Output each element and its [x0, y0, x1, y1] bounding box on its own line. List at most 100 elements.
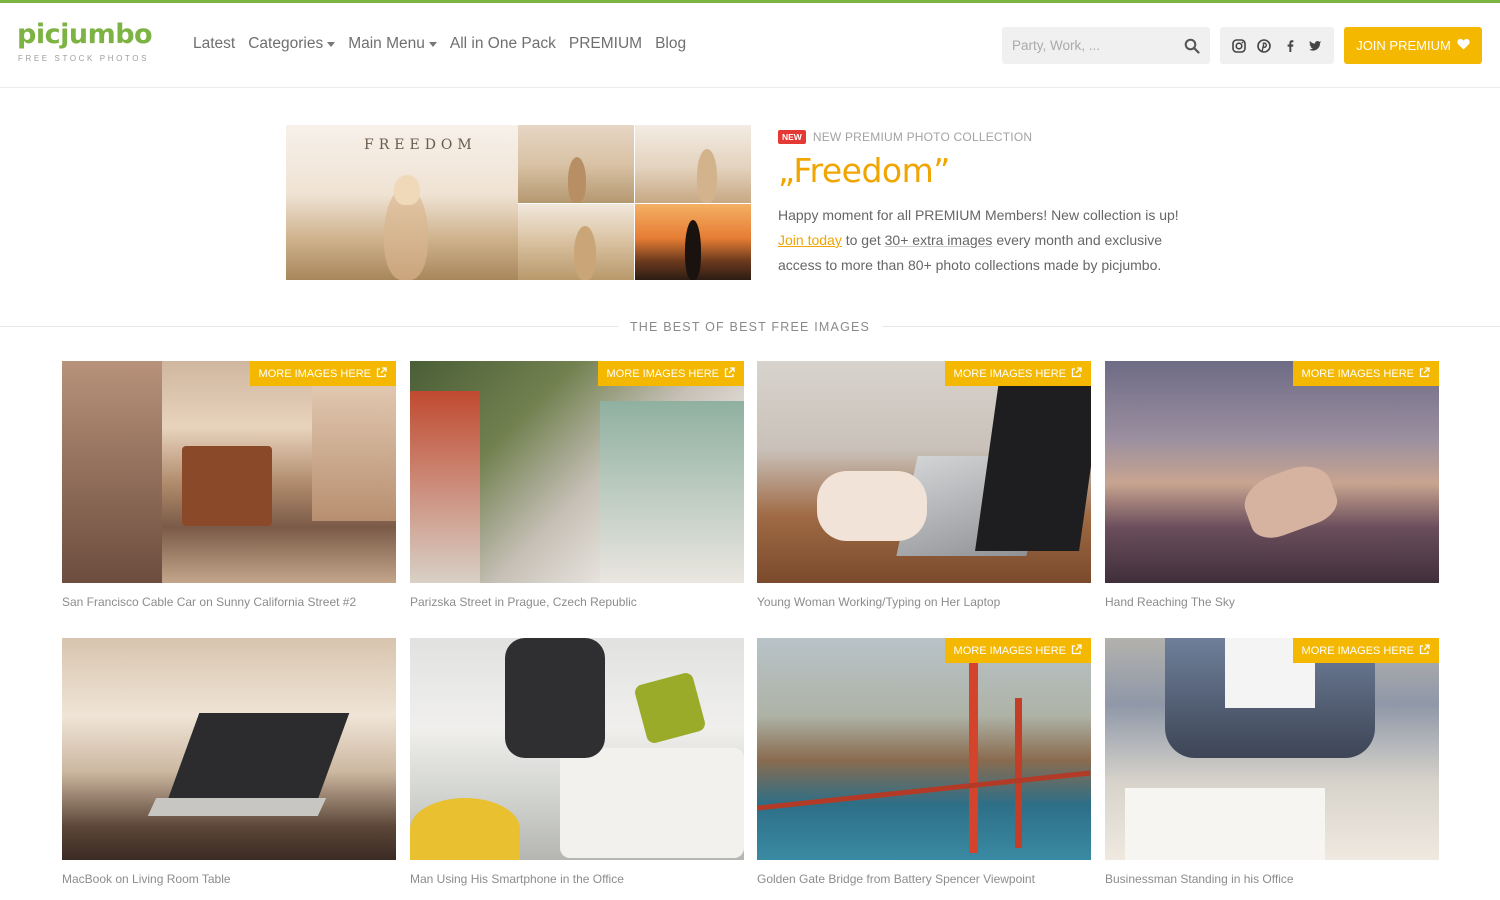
man-figure-shape: [505, 638, 605, 758]
nav-blog[interactable]: Blog: [655, 35, 686, 53]
more-images-button[interactable]: MORE IMAGES HERE: [249, 361, 396, 386]
photo-card: MORE IMAGES HERE Hand Reaching The Sky: [1105, 361, 1439, 609]
logo-wordmark[interactable]: picjumbo: [17, 20, 153, 50]
photo-caption[interactable]: Golden Gate Bridge from Battery Spencer …: [757, 872, 1091, 886]
main-nav: Latest Categories Main Menu All in One P…: [193, 35, 686, 53]
promo-title[interactable]: „Freedom”: [778, 151, 1218, 190]
yellow-object-shape: [410, 798, 520, 860]
photo-caption[interactable]: Hand Reaching The Sky: [1105, 595, 1439, 609]
promo-line-2-end: every month and exclusive: [992, 232, 1163, 248]
promo-image-tile: [518, 125, 634, 203]
more-images-label: MORE IMAGES HERE: [1301, 644, 1414, 657]
twitter-icon[interactable]: [1307, 38, 1323, 54]
promo-kicker-text: NEW PREMIUM PHOTO COLLECTION: [812, 130, 1033, 144]
more-images-label: MORE IMAGES HERE: [1301, 367, 1414, 380]
photo-thumbnail[interactable]: [62, 638, 396, 860]
photo-caption[interactable]: Young Woman Working/Typing on Her Laptop: [757, 595, 1091, 609]
promo-tile-figure: [574, 226, 596, 280]
photo-thumbnail[interactable]: MORE IMAGES HERE: [757, 638, 1091, 860]
more-images-label: MORE IMAGES HERE: [953, 367, 1066, 380]
sofa-shape: [560, 748, 744, 858]
promo-image-main: FREEDOM: [286, 125, 518, 280]
promo-kicker: NEW NEW PREMIUM PHOTO COLLECTION: [778, 130, 1218, 144]
macbook-base-shape: [147, 798, 327, 816]
search-input[interactable]: [1012, 27, 1172, 64]
building-red-roof-shape: [410, 391, 480, 583]
macbook-screen-shape: [164, 713, 350, 808]
more-images-label: MORE IMAGES HERE: [606, 367, 719, 380]
caret-down-icon: [327, 41, 336, 47]
promo-text: NEW NEW PREMIUM PHOTO COLLECTION „Freedo…: [778, 130, 1218, 278]
photo-thumbnail[interactable]: MORE IMAGES HERE: [1105, 361, 1439, 583]
photo-caption[interactable]: San Francisco Cable Car on Sunny Califor…: [62, 595, 396, 609]
photo-card: MORE IMAGES HERE Businessman Standing in…: [1105, 638, 1439, 886]
promo-line-1: Happy moment for all PREMIUM Members! Ne…: [778, 207, 1179, 223]
hands-shape: [817, 471, 927, 541]
more-images-button[interactable]: MORE IMAGES HERE: [1292, 638, 1439, 663]
more-images-button[interactable]: MORE IMAGES HERE: [944, 638, 1091, 663]
more-images-button[interactable]: MORE IMAGES HERE: [597, 361, 744, 386]
more-images-label: MORE IMAGES HERE: [258, 367, 371, 380]
social-links: [1220, 27, 1334, 64]
site-header: picjumbo FREE STOCK PHOTOS Latest Catego…: [0, 3, 1500, 88]
external-link-icon: [724, 366, 735, 381]
more-images-button[interactable]: MORE IMAGES HERE: [1292, 361, 1439, 386]
photo-caption[interactable]: MacBook on Living Room Table: [62, 872, 396, 886]
building-left-shape: [62, 361, 162, 583]
more-images-label: MORE IMAGES HERE: [953, 644, 1066, 657]
heart-icon: [1457, 38, 1470, 53]
nav-all-in-one-pack[interactable]: All in One Pack: [450, 35, 556, 53]
photo-card: Man Using His Smartphone in the Office: [410, 638, 744, 886]
desk-papers-shape: [1125, 788, 1325, 860]
photo-thumbnail[interactable]: MORE IMAGES HERE: [62, 361, 396, 583]
photo-card: MORE IMAGES HERE San Francisco Cable Car…: [62, 361, 396, 609]
nav-latest-label: Latest: [193, 35, 236, 52]
join-premium-label: JOIN PREMIUM: [1356, 38, 1451, 53]
promo-image-word: FREEDOM: [364, 137, 477, 153]
search-icon[interactable]: [1184, 38, 1200, 54]
promo-line-2: Join today to get 30+ extra images every…: [778, 228, 1218, 253]
instagram-icon[interactable]: [1231, 38, 1247, 54]
photo-card: MORE IMAGES HERE Golden Gate Bridge from…: [757, 638, 1091, 886]
nav-premium[interactable]: PREMIUM: [569, 35, 642, 53]
nav-categories[interactable]: Categories: [248, 35, 336, 53]
photo-caption[interactable]: Man Using His Smartphone in the Office: [410, 872, 744, 886]
promo-image-tile: [635, 204, 751, 280]
logo[interactable]: picjumbo FREE STOCK PHOTOS: [17, 20, 153, 64]
search-box: [1002, 27, 1210, 64]
nav-all-in-one-pack-label: All in One Pack: [449, 35, 556, 52]
external-link-icon: [1071, 366, 1082, 381]
photo-thumbnail[interactable]: MORE IMAGES HERE: [410, 361, 744, 583]
section-heading: THE BEST OF BEST FREE IMAGES: [0, 318, 1500, 336]
promo-person-head: [394, 175, 420, 205]
promo-line-2-text: to get: [841, 232, 885, 248]
photo-thumbnail[interactable]: MORE IMAGES HERE: [1105, 638, 1439, 860]
nav-categories-label: Categories: [248, 35, 324, 52]
photo-card: MORE IMAGES HERE Young Woman Working/Typ…: [757, 361, 1091, 609]
external-link-icon: [1419, 643, 1430, 658]
cable-car-shape: [182, 446, 272, 526]
hand-shape: [1237, 457, 1343, 545]
pinterest-icon[interactable]: [1256, 38, 1272, 54]
photo-caption[interactable]: Businessman Standing in his Office: [1105, 872, 1439, 886]
external-link-icon: [376, 366, 387, 381]
promo-tile-silhouette: [685, 220, 701, 280]
join-today-link[interactable]: Join today: [778, 232, 842, 248]
photo-thumbnail[interactable]: MORE IMAGES HERE: [757, 361, 1091, 583]
promo-extra-images-text: 30+ extra images: [884, 232, 993, 248]
nav-main-menu[interactable]: Main Menu: [348, 35, 437, 53]
bridge-tower-shape: [1015, 698, 1022, 848]
join-premium-button[interactable]: JOIN PREMIUM: [1344, 27, 1482, 64]
promo-collection-image[interactable]: FREEDOM: [286, 125, 751, 280]
new-badge: NEW: [778, 130, 806, 144]
bridge-tower-shape: [969, 653, 978, 853]
section-heading-text: THE BEST OF BEST FREE IMAGES: [617, 320, 883, 334]
photo-card: MORE IMAGES HERE Parizska Street in Prag…: [410, 361, 744, 609]
facebook-icon[interactable]: [1282, 38, 1298, 54]
photo-thumbnail[interactable]: [410, 638, 744, 860]
external-link-icon: [1071, 643, 1082, 658]
more-images-button[interactable]: MORE IMAGES HERE: [944, 361, 1091, 386]
external-link-icon: [1419, 366, 1430, 381]
nav-latest[interactable]: Latest: [193, 35, 235, 53]
photo-caption[interactable]: Parizska Street in Prague, Czech Republi…: [410, 595, 744, 609]
